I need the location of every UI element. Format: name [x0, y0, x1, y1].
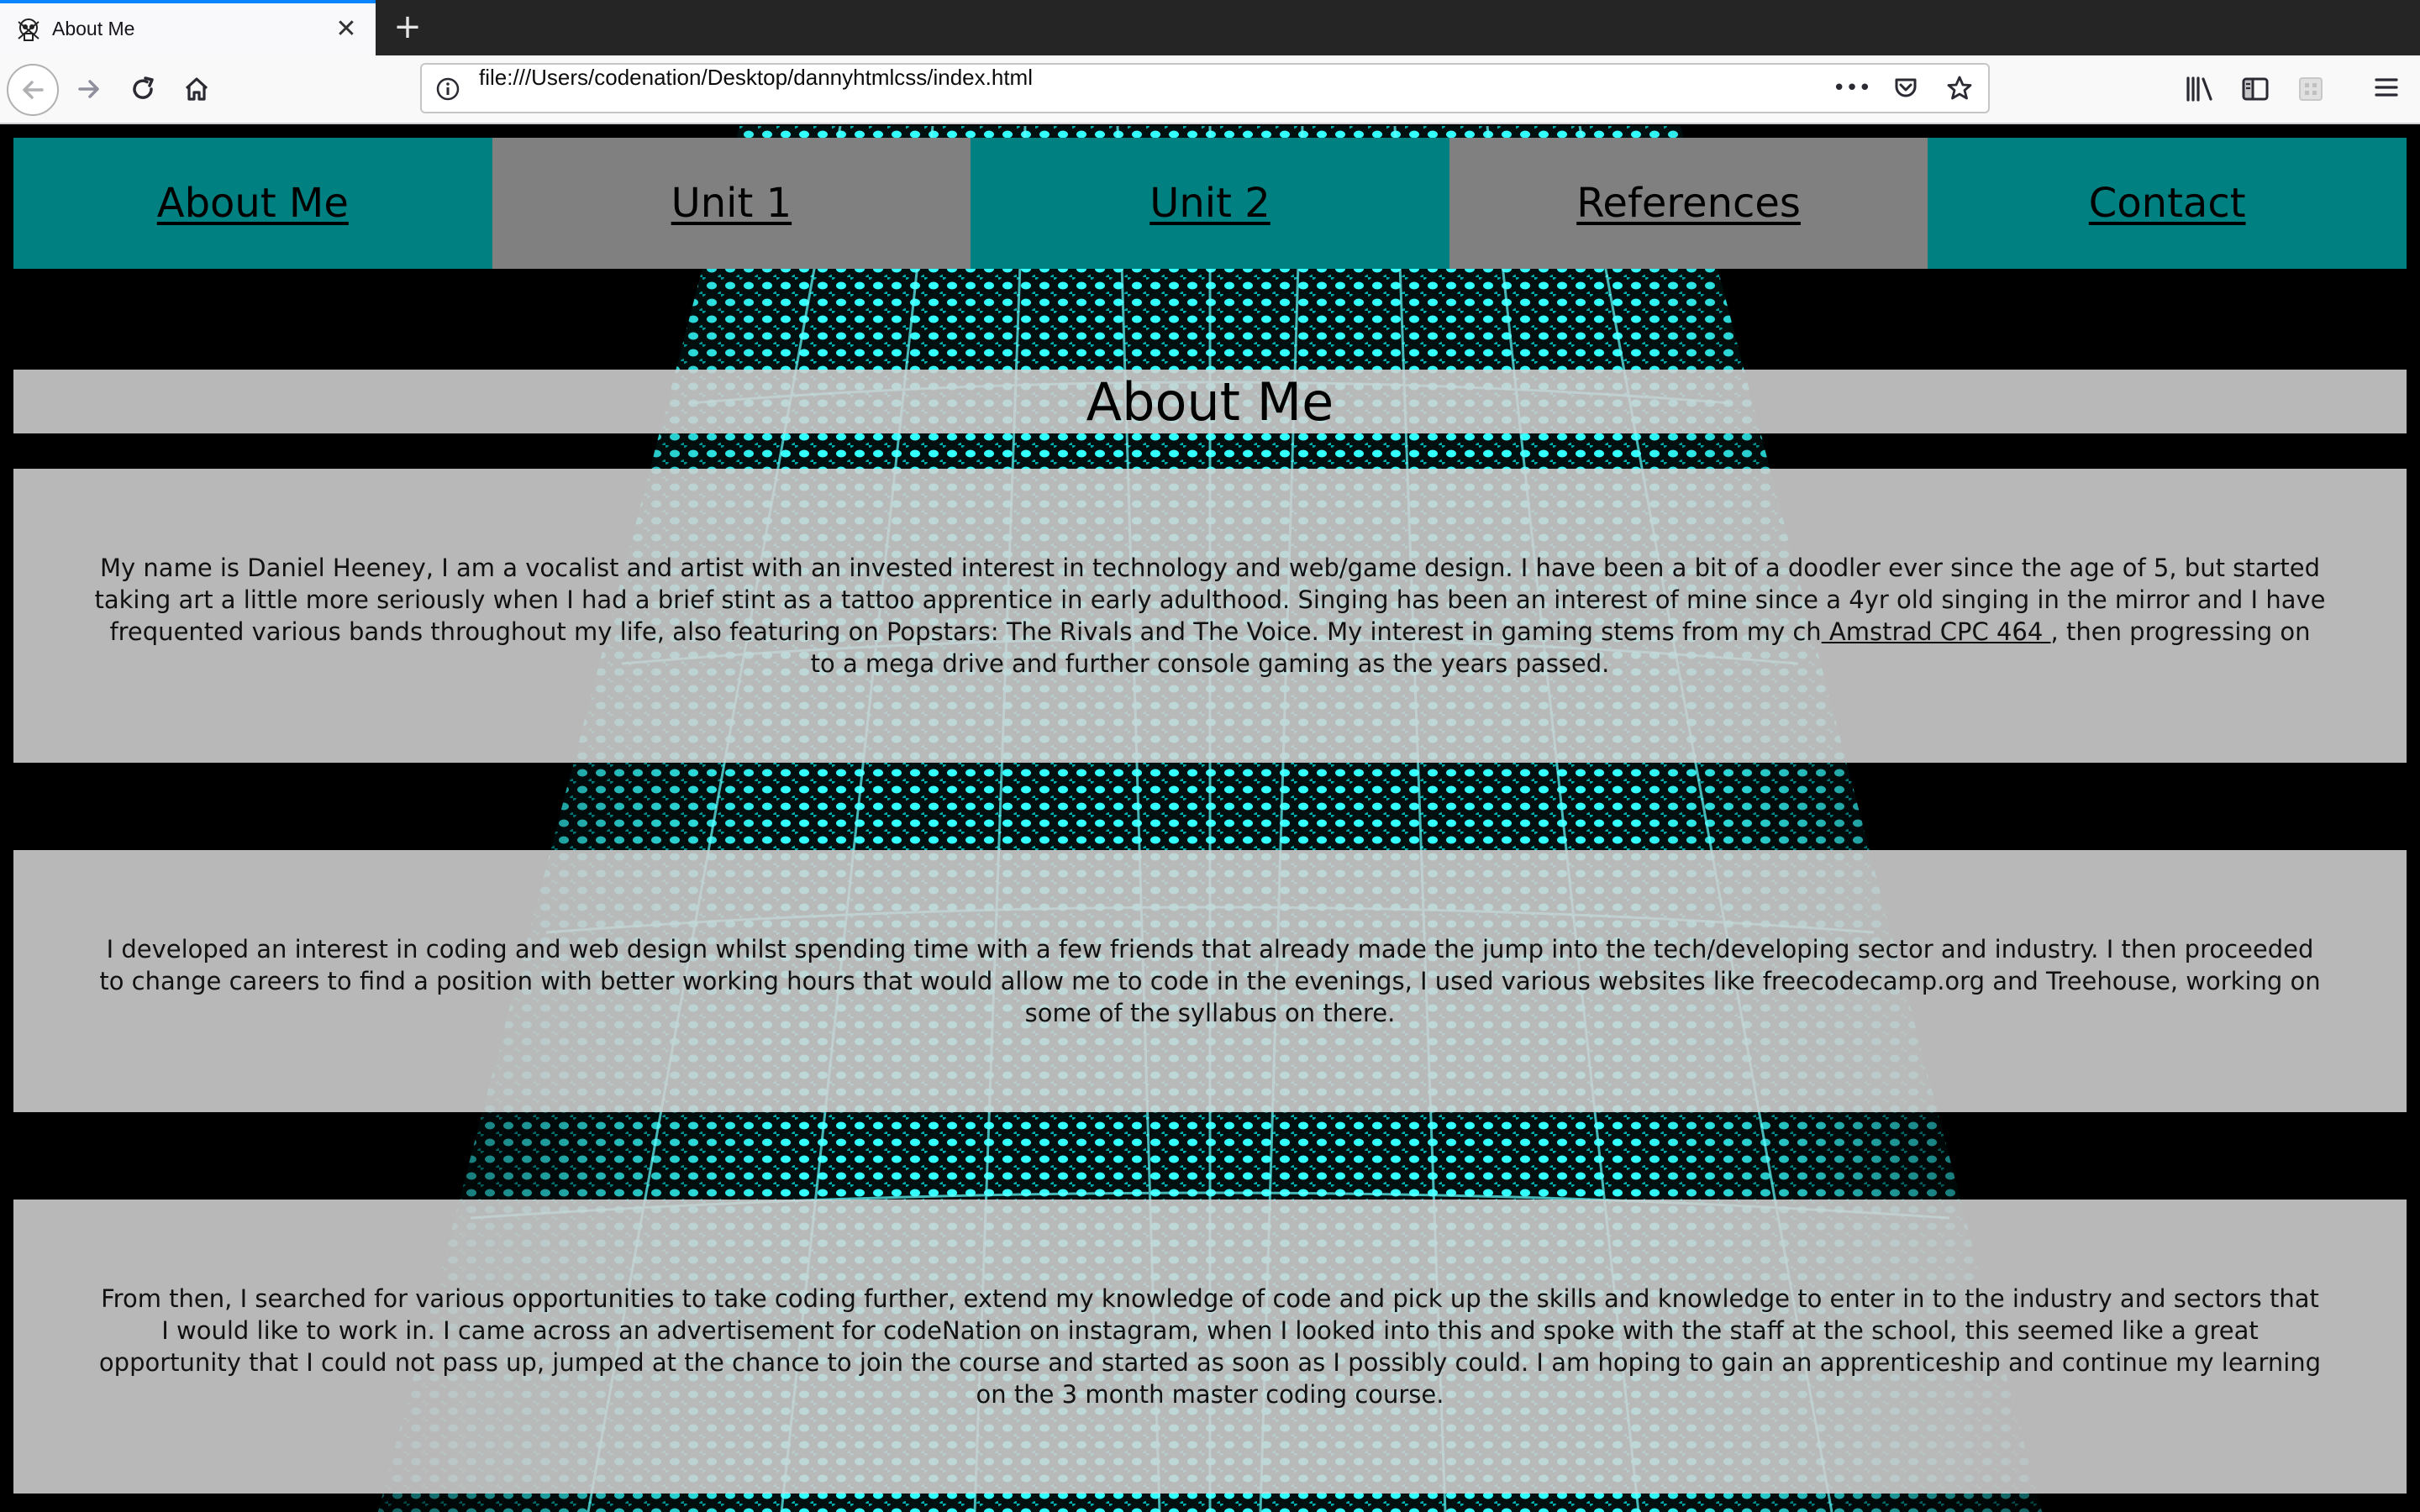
coding-interest-paragraph: I developed an interest in coding and we… — [99, 935, 2321, 1027]
browser-tab-active[interactable]: About Me ✕ — [0, 0, 376, 55]
arrow-left-icon — [23, 81, 44, 99]
codenation-paragraph: From then, I searched for various opport… — [98, 1284, 2322, 1409]
coding-interest-paragraph-panel: I developed an interest in coding and we… — [13, 850, 2407, 1112]
nav-link-contact[interactable]: Contact — [1928, 138, 2407, 269]
intro-paragraph: My name is Daniel Heeney, I am a vocalis… — [94, 552, 2326, 680]
codenation-paragraph-panel: From then, I searched for various opport… — [13, 1200, 2407, 1494]
browser-toolbar: file:///Users/codenation/Desktop/dannyht… — [0, 55, 2420, 124]
forward-button[interactable] — [64, 64, 114, 114]
home-button[interactable] — [171, 64, 222, 114]
reload-button[interactable] — [118, 64, 168, 114]
info-icon[interactable] — [435, 76, 460, 102]
library-icon[interactable] — [2185, 71, 2215, 108]
site-navigation: About Me Unit 1 Unit 2 References Contac… — [13, 138, 2407, 269]
url-bar[interactable]: file:///Users/codenation/Desktop/dannyht… — [420, 63, 1990, 113]
close-tab-icon[interactable]: ✕ — [333, 16, 360, 43]
page-title-panel: About Me — [13, 370, 2407, 433]
page-actions-icon[interactable]: ••• — [1833, 73, 1871, 103]
hamburger-menu-icon[interactable] — [2368, 69, 2405, 106]
pocket-icon[interactable] — [1891, 73, 1921, 103]
reload-icon — [133, 76, 154, 99]
page-viewport[interactable]: About Me Unit 1 Unit 2 References Contac… — [0, 126, 2420, 1512]
tab-title: About Me — [52, 18, 135, 39]
arrow-right-icon — [78, 80, 99, 98]
intro-paragraph-panel: My name is Daniel Heeney, I am a vocalis… — [13, 469, 2407, 763]
skull-favicon-icon — [15, 17, 42, 44]
extension-icon[interactable] — [2296, 71, 2326, 108]
bookmark-star-icon[interactable] — [1944, 73, 1975, 103]
browser-tab-bar: About Me ✕ + — [0, 0, 2420, 55]
nav-link-unit-2[interactable]: Unit 2 — [971, 138, 1449, 269]
nav-link-about-me[interactable]: About Me — [13, 138, 492, 269]
home-icon — [185, 77, 208, 101]
new-tab-button[interactable]: + — [389, 8, 426, 45]
page-title: About Me — [1086, 370, 1334, 433]
sidebar-icon[interactable] — [2240, 71, 2270, 108]
nav-link-references[interactable]: References — [1449, 138, 1928, 269]
back-button[interactable] — [7, 64, 59, 116]
url-text[interactable]: file:///Users/codenation/Desktop/dannyht… — [479, 65, 1033, 91]
amstrad-link[interactable]: Amstrad CPC 464 — [1822, 617, 2051, 646]
nav-link-unit-1[interactable]: Unit 1 — [492, 138, 971, 269]
